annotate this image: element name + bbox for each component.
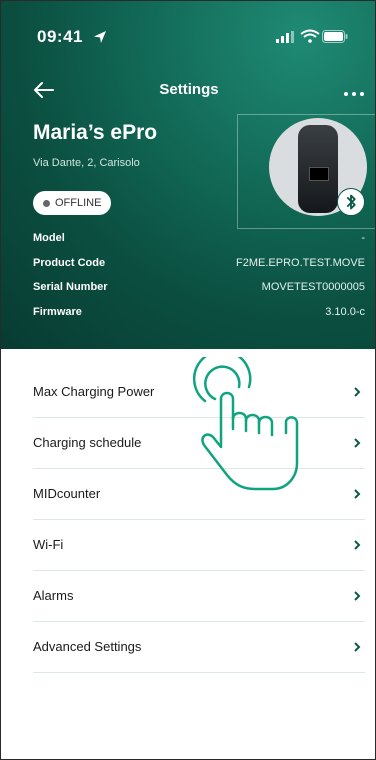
info-value: F2ME.EPRO.TEST.MOVE: [236, 257, 365, 269]
info-key: Serial Number: [33, 281, 108, 293]
menu-item-label: Charging schedule: [33, 435, 142, 450]
menu-item-label: Max Charging Power: [33, 384, 155, 399]
location-arrow-icon: [94, 31, 106, 43]
chevron-right-icon: [354, 387, 361, 397]
menu-item-wifi[interactable]: Wi-Fi: [33, 520, 365, 571]
menu-item-label: Alarms: [33, 588, 74, 603]
phone-frame: 09:41 Settings Maria’s ePro Via Dante, 2…: [0, 0, 376, 760]
battery-icon: [322, 30, 348, 43]
menu-item-label: Wi-Fi: [33, 537, 64, 552]
status-dot: [43, 199, 50, 207]
charger-screen: [309, 167, 329, 181]
signal-icon: [276, 31, 294, 43]
wifi-icon: [300, 29, 320, 43]
chevron-right-icon: [354, 591, 361, 601]
menu-item-advanced-settings[interactable]: Advanced Settings: [33, 622, 365, 673]
status-time: 09:41: [37, 27, 83, 46]
chevron-right-icon: [354, 540, 361, 550]
info-value: MOVETEST0000005: [261, 281, 365, 293]
info-key: Model: [33, 232, 65, 244]
more-icon[interactable]: [341, 81, 367, 101]
status-badge-label: OFFLINE: [55, 197, 102, 209]
menu-item-alarms[interactable]: Alarms: [33, 571, 365, 622]
status-badge: OFFLINE: [33, 191, 111, 215]
bluetooth-icon[interactable]: [337, 188, 365, 216]
info-value: 3.10.0-c: [325, 306, 365, 318]
device-name: Maria’s ePro: [33, 121, 158, 144]
info-value: -: [361, 232, 365, 244]
page-title: Settings: [159, 81, 219, 98]
chevron-right-icon: [354, 489, 361, 499]
device-header: 09:41 Settings Maria’s ePro Via Dante, 2…: [1, 1, 375, 349]
info-key: Firmware: [33, 306, 82, 318]
chevron-right-icon: [354, 438, 361, 448]
menu-item-label: MIDcounter: [33, 486, 101, 501]
tap-hand-icon: [193, 357, 299, 491]
chevron-right-icon: [354, 642, 361, 652]
nav-bar: Settings: [1, 73, 375, 107]
info-key: Product Code: [33, 257, 106, 269]
device-address: Via Dante, 2, Carisolo: [33, 157, 140, 169]
menu-item-label: Advanced Settings: [33, 639, 142, 654]
status-bar: 09:41: [1, 21, 375, 51]
